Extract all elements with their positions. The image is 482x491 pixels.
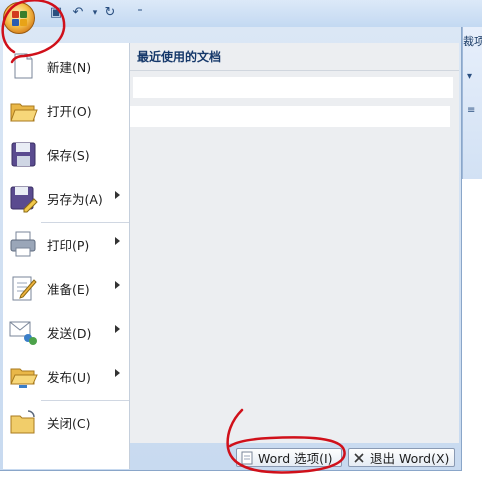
header-divider (130, 70, 459, 71)
align-icon[interactable]: ≡ (467, 105, 481, 117)
menu-item-label: 新建(N) (47, 59, 92, 75)
printer-icon (8, 229, 38, 259)
submenu-arrow-icon (115, 237, 120, 245)
undo-icon[interactable]: ↶ (70, 5, 86, 21)
menu-item-send[interactable]: 发送(D) (3, 311, 129, 353)
menu-item-label: 发布(U) (47, 369, 91, 385)
prepare-icon (8, 273, 38, 303)
redo-icon[interactable]: ↻ (102, 5, 118, 21)
menu-item-publish[interactable]: 发布(U) (3, 355, 129, 397)
customize-icon[interactable]: ⁼ (132, 5, 148, 21)
recent-document-item[interactable] (130, 106, 450, 127)
save-as-icon (8, 183, 38, 213)
open-folder-icon (8, 95, 38, 125)
recent-documents-panel: 最近使用的文档 (130, 43, 459, 443)
office-logo-icon (12, 11, 19, 18)
close-folder-icon (8, 407, 38, 437)
menu-item-save-as[interactable]: 另存为(A) (3, 177, 129, 219)
title-bar: ▣ ↶ ▾ ↻ ⁼ (0, 0, 482, 28)
office-button[interactable] (3, 2, 35, 34)
office-logo-tile (20, 19, 27, 26)
recent-document-item[interactable] (133, 77, 453, 98)
menu-item-label: 打开(O) (47, 103, 92, 119)
publish-icon (8, 361, 38, 391)
exit-word-label: 退出 Word(X) (370, 451, 450, 466)
ribbon-peek: 裁项 ▾ ≡ (462, 27, 482, 179)
menu-footer: Word 选项(I) 退出 Word(X) (0, 444, 462, 471)
submenu-arrow-icon (115, 191, 120, 199)
menu-commands: 新建(N) 打开(O) 保存(S) 另存为(A) 打印(P) 准备(E) 发送(… (3, 43, 130, 469)
office-menu: 新建(N) 打开(O) 保存(S) 另存为(A) 打印(P) 准备(E) 发送(… (0, 27, 462, 471)
menu-item-label: 关闭(C) (47, 415, 91, 431)
office-logo-tile (12, 19, 19, 26)
recent-documents-header: 最近使用的文档 (137, 50, 222, 64)
status-area (0, 471, 148, 491)
save-icon[interactable]: ▣ (48, 5, 64, 21)
word-options-label: Word 选项(I) (258, 451, 333, 466)
menu-item-print[interactable]: 打印(P) (3, 223, 129, 265)
dropdown-icon[interactable]: ▾ (467, 71, 481, 83)
menu-item-close[interactable]: 关闭(C) (3, 401, 129, 443)
menu-item-open[interactable]: 打开(O) (3, 89, 129, 131)
close-icon (352, 451, 366, 465)
ribbon-tab-label[interactable]: 裁项 (463, 33, 482, 49)
save-floppy-icon (8, 139, 38, 169)
submenu-arrow-icon (115, 281, 120, 289)
options-icon (240, 451, 254, 465)
menu-item-prepare[interactable]: 准备(E) (3, 267, 129, 309)
chevron-down-icon[interactable]: ▾ (87, 5, 103, 21)
document-area (462, 179, 482, 491)
menu-item-label: 准备(E) (47, 281, 90, 297)
submenu-arrow-icon (115, 325, 120, 333)
menu-item-label: 发送(D) (47, 325, 92, 341)
word-options-button[interactable]: Word 选项(I) (236, 448, 342, 467)
office-logo-tile (20, 11, 27, 18)
new-document-icon (8, 51, 38, 81)
menu-item-label: 打印(P) (47, 237, 90, 253)
submenu-arrow-icon (115, 369, 120, 377)
menu-item-save[interactable]: 保存(S) (3, 133, 129, 175)
menu-item-label: 另存为(A) (47, 191, 103, 207)
send-icon (8, 317, 38, 347)
menu-item-label: 保存(S) (47, 147, 90, 163)
menu-item-new[interactable]: 新建(N) (3, 45, 129, 87)
exit-word-button[interactable]: 退出 Word(X) (348, 448, 455, 467)
